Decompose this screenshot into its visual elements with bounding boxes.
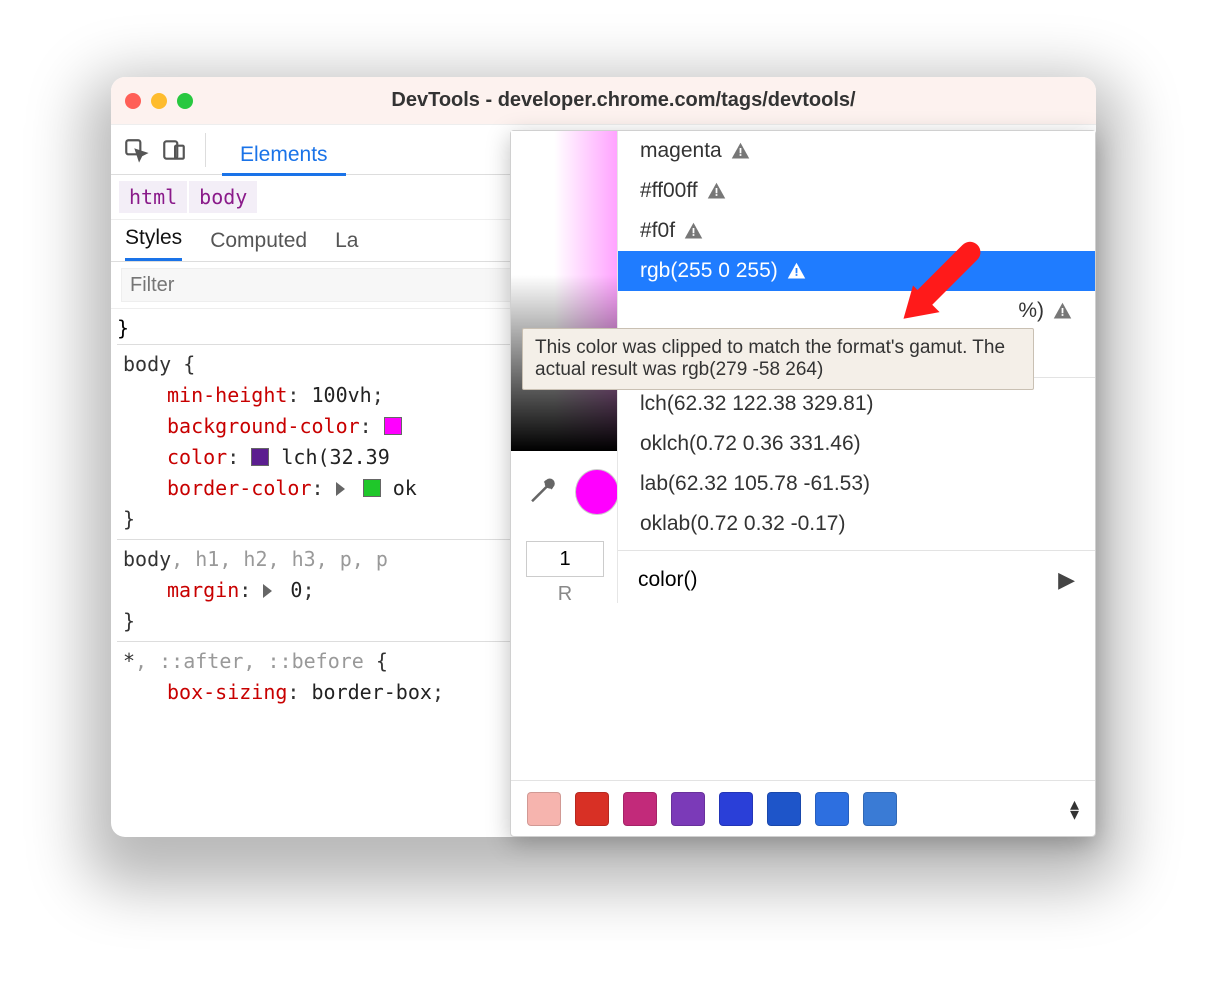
- format-option-rgb[interactable]: rgb(255 0 255): [618, 251, 1095, 291]
- format-option-color-func[interactable]: color() ▶: [618, 557, 1095, 603]
- channel-inputs: 1 R: [511, 541, 619, 606]
- palette-swatch[interactable]: [671, 792, 705, 826]
- traffic-lights: [125, 93, 193, 109]
- color-swatch-lch[interactable]: [251, 448, 269, 466]
- format-option-oklab[interactable]: oklab(0.72 0.32 -0.17): [618, 504, 1095, 544]
- divider: [205, 133, 206, 167]
- palette-swatch[interactable]: [815, 792, 849, 826]
- minimize-window-button[interactable]: [151, 93, 167, 109]
- eyedropper-icon[interactable]: [527, 476, 557, 508]
- inspect-element-icon[interactable]: [121, 135, 151, 165]
- crumb-body[interactable]: body: [189, 181, 257, 213]
- format-option-hex6[interactable]: #ff00ff: [618, 171, 1095, 211]
- palette-swatch[interactable]: [767, 792, 801, 826]
- tab-elements[interactable]: Elements: [222, 137, 346, 176]
- gamut-warning-icon: [1052, 301, 1073, 322]
- gamut-warning-icon: [683, 221, 704, 242]
- gamut-warning-icon: [730, 141, 751, 162]
- palette-swatch[interactable]: [575, 792, 609, 826]
- zoom-window-button[interactable]: [177, 93, 193, 109]
- chevron-right-icon: ▶: [1058, 567, 1075, 593]
- palette-spinner-icon[interactable]: ▴▾: [1070, 799, 1079, 819]
- channel-label-r: R: [558, 583, 572, 606]
- format-option-lch[interactable]: lch(62.32 122.38 329.81): [618, 384, 1095, 424]
- alpha-input[interactable]: 1: [526, 541, 604, 577]
- device-toggle-icon[interactable]: [159, 135, 189, 165]
- format-option-lab[interactable]: lab(62.32 105.78 -61.53): [618, 464, 1095, 504]
- expand-triangle-icon[interactable]: [263, 584, 272, 598]
- close-window-button[interactable]: [125, 93, 141, 109]
- format-option-oklch[interactable]: oklch(0.72 0.36 331.46): [618, 424, 1095, 464]
- expand-triangle-icon[interactable]: [336, 482, 345, 496]
- titlebar: DevTools - developer.chrome.com/tags/dev…: [111, 77, 1096, 125]
- eyedropper-row: [511, 461, 619, 523]
- format-option-hsl-tail[interactable]: %): [618, 291, 1095, 331]
- tab-styles[interactable]: Styles: [125, 226, 182, 261]
- gamut-warning-icon: [786, 261, 807, 282]
- palette-swatch[interactable]: [863, 792, 897, 826]
- palette-swatch[interactable]: [623, 792, 657, 826]
- current-color-swatch[interactable]: [575, 469, 619, 515]
- color-swatch-magenta[interactable]: [384, 417, 402, 435]
- window-title: DevTools - developer.chrome.com/tags/dev…: [205, 89, 1042, 112]
- color-picker-popover[interactable]: 1 R magenta #ff00ff #f0f rgb(255 0 255) …: [510, 130, 1096, 837]
- palette-row: ▴▾: [511, 780, 1095, 836]
- format-separator: [618, 550, 1095, 551]
- palette-swatch[interactable]: [719, 792, 753, 826]
- color-swatch-ok[interactable]: [363, 479, 381, 497]
- format-option-hex3[interactable]: #f0f: [618, 211, 1095, 251]
- palette-swatch[interactable]: [527, 792, 561, 826]
- gamut-warning-icon: [706, 181, 727, 202]
- crumb-html[interactable]: html: [119, 181, 187, 213]
- color-spectrum[interactable]: [511, 131, 619, 451]
- annotation-arrow-icon: [894, 238, 989, 338]
- tab-layout-partial[interactable]: La: [335, 229, 358, 261]
- tab-computed[interactable]: Computed: [210, 229, 307, 261]
- format-option-magenta[interactable]: magenta: [618, 131, 1095, 171]
